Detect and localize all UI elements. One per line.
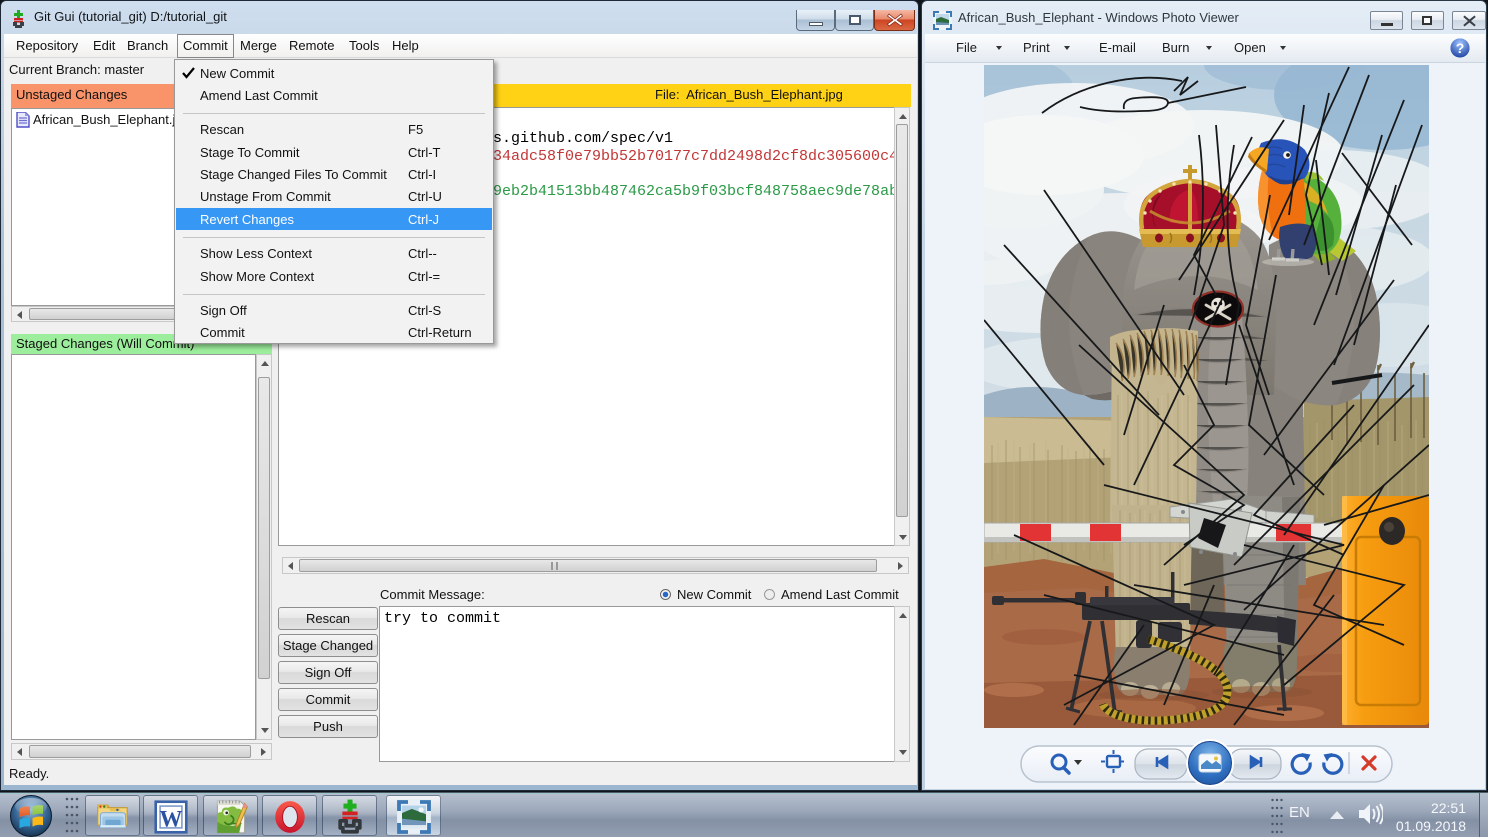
svg-text:W: W xyxy=(160,806,183,831)
svg-text:?: ? xyxy=(1456,40,1465,56)
